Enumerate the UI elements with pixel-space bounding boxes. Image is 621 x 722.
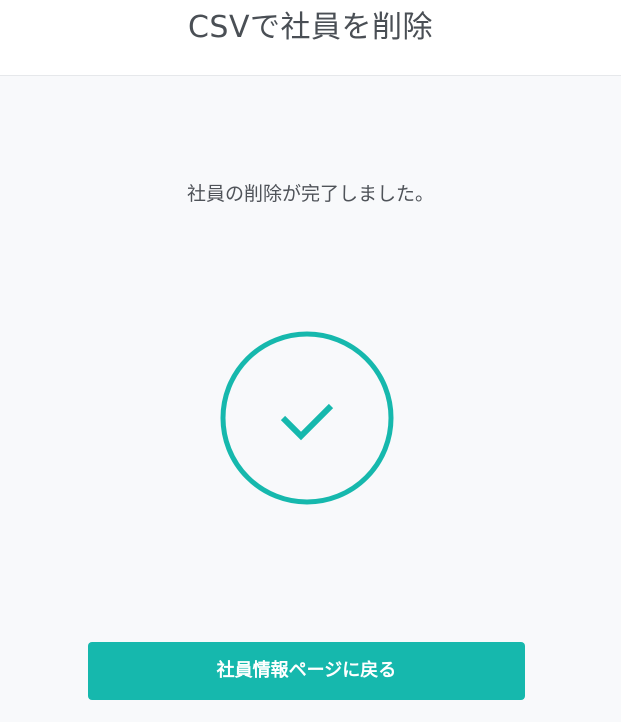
page-title: CSVで社員を削除 [187,10,433,45]
header: CSVで社員を削除 [0,0,621,76]
back-to-employee-info-button[interactable]: 社員情報ページに戻る [88,642,525,700]
success-circle [220,331,394,505]
completion-message: 社員の削除が完了しました。 [186,183,434,205]
checkmark-icon [280,403,334,441]
check-circle-icon [219,330,395,506]
